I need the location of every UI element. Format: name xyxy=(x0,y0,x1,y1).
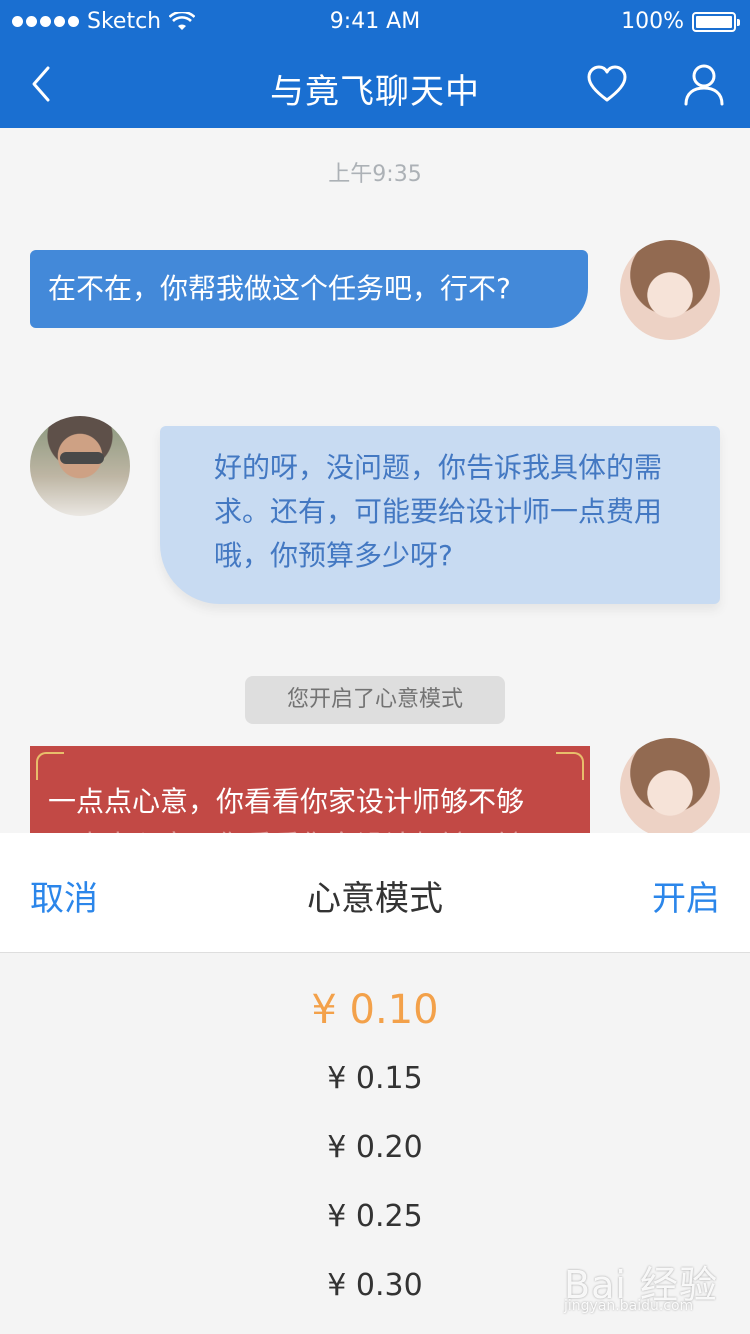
amount-picker[interactable]: ¥ 0.10 ¥ 0.15 ¥ 0.20 ¥ 0.25 ¥ 0.30 Bai 经… xyxy=(0,953,750,1334)
message-bubble-received[interactable]: 好的呀，没问题，你告诉我具体的需 求。还有，可能要给设计师一点费用 哦，你预算多… xyxy=(160,426,720,604)
confirm-button[interactable]: 开启 xyxy=(652,871,720,920)
status-bar: Sketch 9:41 AM 100% xyxy=(0,0,750,44)
chat-area[interactable]: 上午9:35 在不在，你帮我做这个任务吧，行不? 好的呀，没问题，你告诉我具体的… xyxy=(0,128,750,833)
message-text: 求。还有，可能要给设计师一点费用 xyxy=(214,495,663,528)
sheet-title: 心意模式 xyxy=(307,879,443,919)
picker-option[interactable]: ¥ 0.15 xyxy=(0,1061,750,1096)
page-title: 与竟飞聊天中 xyxy=(270,72,480,112)
message-text: 一点点心意，你看看你家设计师够不够 xyxy=(48,785,525,818)
chat-timestamp: 上午9:35 xyxy=(328,162,422,187)
picker-option-selected[interactable]: ¥ 0.10 xyxy=(0,987,750,1033)
avatar[interactable] xyxy=(620,240,720,340)
top-bar: Sketch 9:41 AM 100% 与竟飞聊天中 xyxy=(0,0,750,128)
message-bubble-sent[interactable]: 在不在，你帮我做这个任务吧，行不? xyxy=(30,250,588,328)
user-icon[interactable] xyxy=(682,62,726,106)
watermark: Bai 经验 jingyan.baidu.com xyxy=(564,1263,718,1314)
ornament-icon xyxy=(36,752,64,780)
message-text-shadow: 一点点心意，你看看你家设计师够不够 xyxy=(48,824,572,833)
ornament-icon xyxy=(556,752,584,780)
gift-message-bubble[interactable]: 一点点心意，你看看你家设计师够不够 一点点心意，你看看你家设计师够不够 xyxy=(30,746,590,833)
message-text: 好的呀，没问题，你告诉我具体的需 xyxy=(214,451,663,484)
picker-option[interactable]: ¥ 0.20 xyxy=(0,1130,750,1165)
system-notice: 您开启了心意模式 xyxy=(245,676,505,724)
message-text: 在不在，你帮我做这个任务吧，行不? xyxy=(48,272,511,305)
sheet-header: 取消 心意模式 开启 xyxy=(0,833,750,953)
avatar[interactable] xyxy=(620,738,720,833)
battery-percent: 100% xyxy=(621,9,684,34)
picker-option[interactable]: ¥ 0.25 xyxy=(0,1199,750,1234)
battery-icon xyxy=(692,11,740,32)
message-text: 哦，你预算多少呀? xyxy=(214,539,453,572)
avatar[interactable] xyxy=(30,416,130,516)
heart-icon[interactable] xyxy=(585,64,629,104)
nav-bar: 与竟飞聊天中 xyxy=(0,44,750,128)
